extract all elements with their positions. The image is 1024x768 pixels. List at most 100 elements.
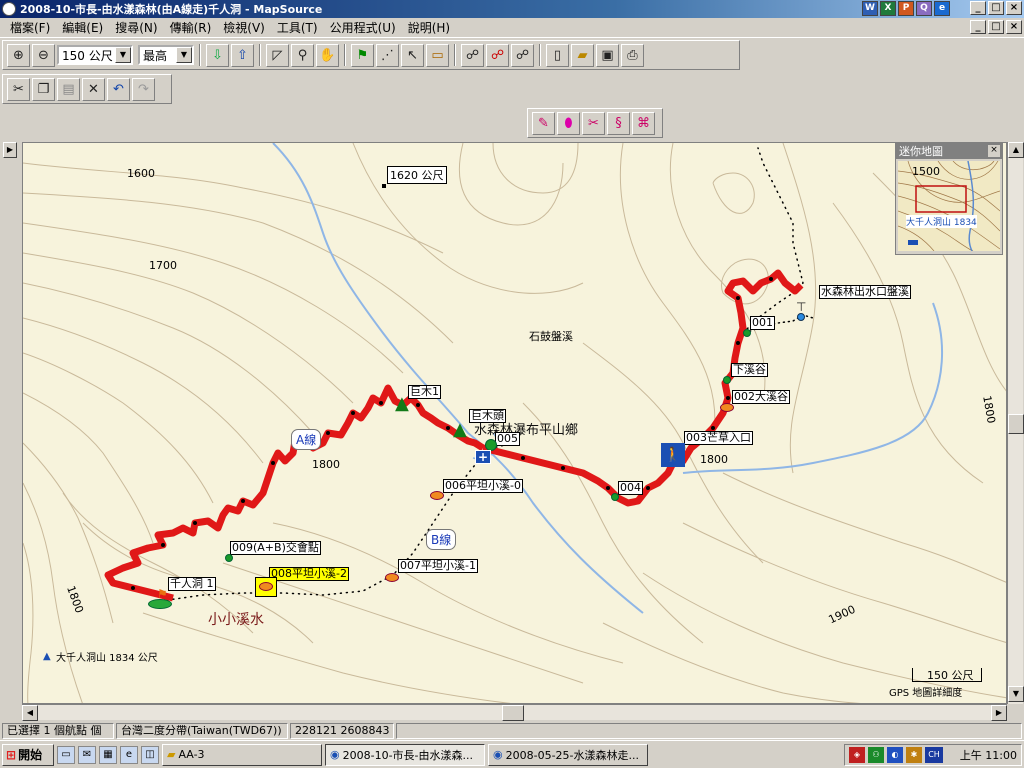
track-split-button[interactable]: ✂ <box>582 111 605 135</box>
waypoint-label[interactable]: 009(A+B)交會點 <box>230 541 321 555</box>
waypoint-label[interactable]: 006平坦小溪-0 <box>443 479 523 493</box>
scroll-down-button[interactable]: ▼ <box>1008 686 1024 702</box>
water-source-icon[interactable] <box>797 313 805 321</box>
minimize-button[interactable]: _ <box>970 1 986 15</box>
map-canvas[interactable]: 1600 1700 1800 1800 1800 1900 1800 1620 … <box>22 142 1007 704</box>
ie-quick-icon[interactable]: e <box>120 745 138 764</box>
task-mapsource-other[interactable]: ◉ 2008-05-25-水漾森林走... <box>488 743 648 766</box>
waypoint-tool-button[interactable]: ⚑ <box>351 43 374 67</box>
copy-button[interactable]: ❐ <box>32 77 55 101</box>
minimap-map[interactable]: 1500 大千人洞山 1834 <box>898 161 1000 251</box>
tree-icon[interactable]: ▲ <box>395 393 409 414</box>
new-file-button[interactable]: ▯ <box>546 43 569 67</box>
print-button[interactable]: ⎙ <box>621 43 644 67</box>
waypoint-label[interactable]: 005 <box>495 432 520 446</box>
minimap-panel[interactable]: 迷你地圖 × 1500 大千人洞山 1834 <box>895 143 1003 255</box>
waypoint-label[interactable]: 水森林出水口盤溪 <box>819 285 911 299</box>
start-button[interactable]: ⊞ 開始 <box>2 743 54 766</box>
waypoint-dot-icon[interactable] <box>611 493 619 501</box>
chevron-down-icon[interactable]: ▼ <box>176 47 192 63</box>
search-tool-icon[interactable]: Q <box>916 1 932 16</box>
save-file-button[interactable]: ▣ <box>596 43 619 67</box>
menu-view[interactable]: 檢視(V) <box>217 19 271 36</box>
track-draw-button[interactable]: ✎ <box>532 111 555 135</box>
peak-label[interactable]: 大千人洞山 1834 公尺 <box>56 649 158 664</box>
waypoint-label[interactable]: 002大溪谷 <box>732 390 790 404</box>
word-icon[interactable]: W <box>862 1 878 16</box>
track-join-button[interactable]: § <box>607 111 630 135</box>
calculator-icon[interactable]: ▦ <box>99 745 117 764</box>
spot-height-label[interactable]: 1620 公尺 <box>387 166 447 184</box>
close-button[interactable]: × <box>1006 1 1022 15</box>
route-b-label[interactable]: B線 <box>426 529 457 550</box>
doc-minimize-button[interactable]: _ <box>970 20 986 34</box>
menu-tools[interactable]: 工具(T) <box>271 19 324 36</box>
clock[interactable]: 上午 11:00 <box>960 747 1017 763</box>
find-places-button[interactable]: ☍ <box>511 43 534 67</box>
outlook-icon[interactable]: ✉ <box>78 745 96 764</box>
open-file-button[interactable]: ▰ <box>571 43 594 67</box>
delete-button[interactable]: ✕ <box>82 77 105 101</box>
fish-icon[interactable] <box>720 403 734 412</box>
waypoint-dot-icon[interactable] <box>225 554 233 562</box>
menu-transfer[interactable]: 傳輸(R) <box>164 19 218 36</box>
scroll-thumb[interactable] <box>1008 414 1024 434</box>
volume-tray-icon[interactable]: ◐ <box>887 747 903 763</box>
scroll-right-button[interactable]: ▶ <box>991 705 1007 721</box>
horizontal-scrollbar[interactable]: ◀ ▶ <box>22 704 1007 721</box>
show-desktop-icon[interactable]: ▭ <box>57 745 75 764</box>
maximize-button[interactable]: □ <box>988 1 1004 15</box>
waypoint-dot-icon[interactable] <box>723 376 731 384</box>
selection-tool-button[interactable]: ↖ <box>401 43 424 67</box>
find-nearest-button[interactable]: ☍ <box>486 43 509 67</box>
find-button[interactable]: ☍ <box>461 43 484 67</box>
task-aa3[interactable]: ▰ AA-3 <box>162 743 322 766</box>
vertical-scrollbar[interactable]: ▲ ▼ <box>1007 142 1024 704</box>
zoom-scale-select[interactable]: 150 公尺 ▼ <box>57 45 133 65</box>
doc-close-button[interactable]: × <box>1006 20 1022 34</box>
left-scroll-arrow[interactable]: ▶ <box>3 142 17 158</box>
trailhead-hiker-icon[interactable]: 🚶 <box>661 443 685 467</box>
track-filter-button[interactable]: ⌘ <box>632 111 655 135</box>
menu-utilities[interactable]: 公用程式(U) <box>324 19 402 36</box>
waypoint-label[interactable]: 004 <box>618 481 643 495</box>
scroll-left-button[interactable]: ◀ <box>22 705 38 721</box>
waypoint-label[interactable]: 001 <box>750 316 775 330</box>
chevron-down-icon[interactable]: ▼ <box>115 47 131 63</box>
fish-icon[interactable] <box>430 491 444 500</box>
menu-file[interactable]: 檔案(F) <box>4 19 56 36</box>
explorer-quick-icon[interactable]: ◫ <box>141 745 159 764</box>
route-a-label[interactable]: A線 <box>291 429 322 450</box>
selected-waypoint-label[interactable]: 008平坦小溪-2 <box>269 567 349 581</box>
fish-icon[interactable] <box>259 582 273 591</box>
paste-button[interactable]: ▤ <box>57 77 80 101</box>
track-erase-button[interactable]: ⬮ <box>557 111 580 135</box>
antivirus-tray-icon[interactable]: ◈ <box>849 747 865 763</box>
minimap-close-button[interactable]: × <box>988 145 1000 157</box>
menu-help[interactable]: 說明(H) <box>402 19 456 36</box>
waypoint-label[interactable]: 千人洞 1 <box>168 577 216 591</box>
messenger-tray-icon[interactable]: ✱ <box>906 747 922 763</box>
undo-button[interactable]: ↶ <box>107 77 130 101</box>
waypoint-label[interactable]: 003芒草入口 <box>684 431 753 445</box>
menu-search[interactable]: 搜尋(N) <box>109 19 163 36</box>
waypoint-label[interactable]: 巨木1 <box>408 385 441 399</box>
mapsource-app-icon[interactable] <box>2 2 16 16</box>
send-to-device-button[interactable]: ⇧ <box>231 43 254 67</box>
receive-from-device-button[interactable]: ⇩ <box>206 43 229 67</box>
powerpoint-icon[interactable]: P <box>898 1 914 16</box>
ie-icon[interactable]: e <box>934 1 950 16</box>
cut-button[interactable]: ✂ <box>7 77 30 101</box>
distance-tool-button[interactable]: ▭ <box>426 43 449 67</box>
input-method-tray-icon[interactable]: CH <box>925 747 943 763</box>
scroll-thumb[interactable] <box>502 705 524 721</box>
network-tray-icon[interactable]: ⚇ <box>868 747 884 763</box>
redo-button[interactable]: ↷ <box>132 77 155 101</box>
zoom-in-button[interactable]: ⊕ <box>7 43 30 67</box>
task-mapsource-current[interactable]: ◉ 2008-10-市長-由水漾森... <box>325 743 485 766</box>
doc-restore-button[interactable]: □ <box>988 20 1004 34</box>
waypoint-label[interactable]: 下溪谷 <box>731 363 768 377</box>
scroll-up-button[interactable]: ▲ <box>1008 142 1024 158</box>
zoom-tool-button[interactable]: ⚲ <box>291 43 314 67</box>
route-tool-button[interactable]: ⋰ <box>376 43 399 67</box>
